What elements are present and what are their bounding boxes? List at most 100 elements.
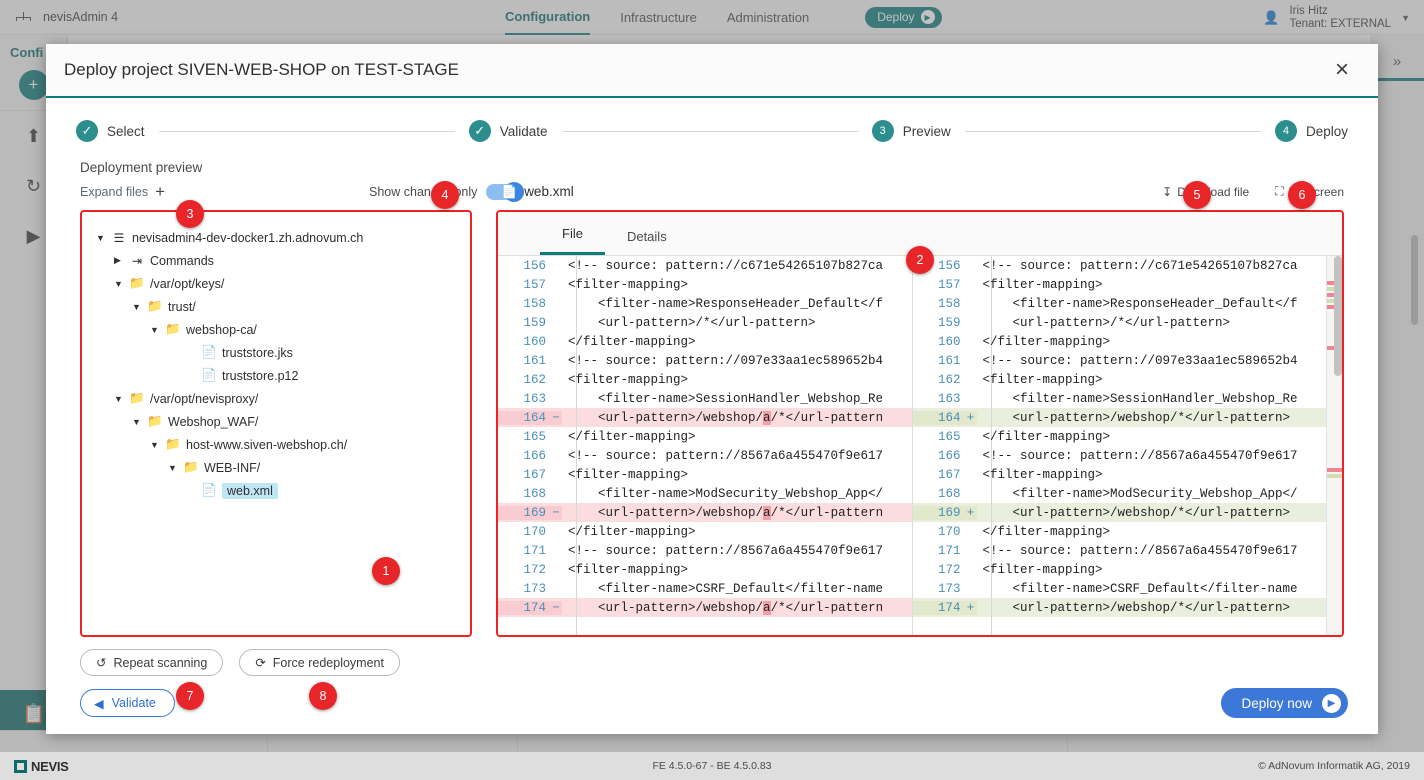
- diff-line: 158 <filter-name>ResponseHeader_Default<…: [913, 294, 1327, 313]
- download-icon: ↧: [1162, 184, 1173, 199]
- close-icon[interactable]: ×: [1328, 56, 1356, 84]
- brand: nevisAdmin 4: [0, 8, 250, 26]
- line-number: 173: [937, 581, 961, 596]
- diff-line: 174 + <url-pattern>/webshop/*</url-patter…: [912, 598, 1326, 617]
- tree-item[interactable]: ▼ 📁 WEB-INF/: [96, 456, 460, 479]
- user-menu[interactable]: 👤 Iris Hitz Tenant: EXTERNAL ▼: [1263, 0, 1410, 35]
- line-number: 157: [937, 277, 961, 292]
- tree-item[interactable]: ▼ ☰ nevisadmin4-dev-docker1.zh.adnovum.ch: [96, 226, 460, 249]
- tree-item-label: /var/opt/keys/: [150, 276, 225, 291]
- step-preview[interactable]: 3 Preview: [871, 120, 951, 142]
- tab-file[interactable]: File: [540, 226, 605, 255]
- right-rail: »: [1370, 35, 1424, 752]
- line-number: 170: [523, 524, 546, 539]
- chevron-right-icon[interactable]: ▶: [114, 255, 124, 266]
- diff-code: </filter-mapping>: [982, 334, 1111, 349]
- user-info: Iris Hitz Tenant: EXTERNAL: [1289, 5, 1391, 31]
- tree-item[interactable]: ▼ 📁 /var/opt/keys/: [96, 272, 460, 295]
- chevron-down-icon[interactable]: ▼: [114, 394, 124, 404]
- file-icon: 📄: [201, 483, 217, 497]
- step-deploy[interactable]: 4 Deploy: [1274, 120, 1348, 142]
- diff-code: <!-- source: pattern://8567a6a455470f9e6…: [982, 448, 1298, 463]
- annotation-badge-8: 8: [309, 682, 337, 710]
- deployment-preview-title: Deployment preview: [80, 160, 203, 175]
- diff-line: 171 <!-- source: pattern://8567a6a455470f…: [498, 541, 912, 560]
- diff-highlight: a: [763, 600, 771, 615]
- scrollbar-thumb[interactable]: [1411, 235, 1418, 325]
- deploy-now-label: Deploy now: [1241, 695, 1312, 711]
- diff-code: <filter-name>SessionHandler_Webshop_Re: [982, 391, 1298, 406]
- chevron-down-icon[interactable]: ▼: [150, 325, 160, 335]
- diff-line: 156 <!-- source: pattern://c671e54265107b…: [498, 256, 912, 275]
- nav-item-administration[interactable]: Administration: [727, 0, 809, 35]
- diff-line: 166 <!-- source: pattern://8567a6a455470f…: [913, 446, 1327, 465]
- deploy-button[interactable]: Deploy ▶: [865, 6, 942, 28]
- nevis-logo-icon: [14, 8, 34, 26]
- brand-label: nevisAdmin 4: [43, 10, 119, 24]
- diff-scrollbar[interactable]: [1334, 256, 1342, 376]
- diff-code: <url-pattern>/webshop/a/*</url-pattern: [568, 505, 884, 520]
- chevron-down-icon[interactable]: ▼: [132, 302, 142, 312]
- chevron-down-icon[interactable]: ▼: [168, 463, 178, 473]
- expand-files-button[interactable]: Expand files +: [80, 183, 165, 200]
- chevron-down-icon[interactable]: ▼: [114, 279, 124, 289]
- step-select-label: Select: [107, 123, 145, 139]
- line-number: 170: [937, 524, 961, 539]
- diff-line: 170 </filter-mapping>: [498, 522, 912, 541]
- repeat-scanning-button[interactable]: ↺ Repeat scanning: [80, 649, 224, 676]
- tree-item[interactable]: ▼ 📁 Webshop_WAF/: [96, 410, 460, 433]
- diff-code: <!-- source: pattern://8567a6a455470f9e6…: [982, 543, 1298, 558]
- annotation-badge-7: 7: [176, 682, 204, 710]
- divider: [1370, 78, 1424, 81]
- step-preview-label: Preview: [902, 123, 951, 139]
- line-number: 173: [523, 581, 546, 596]
- selected-file-header: 📄 web.xml: [501, 184, 574, 200]
- diff-left-pane[interactable]: 156 <!-- source: pattern://c671e54265107b…: [498, 256, 913, 635]
- step-connector: [158, 130, 455, 132]
- step-validate-bubble: ✓: [468, 120, 491, 142]
- annotation-badge-3: 3: [176, 200, 204, 228]
- folder-icon: 📁: [147, 299, 163, 313]
- tree-item[interactable]: ▼ 📁 webshop-ca/: [96, 318, 460, 341]
- line-number: 156: [523, 258, 546, 273]
- validate-back-button[interactable]: ◀ Validate: [80, 689, 175, 717]
- line-number: 165: [523, 429, 546, 444]
- tree-item[interactable]: ▼ 📁 /var/opt/nevisproxy/: [96, 387, 460, 410]
- chevron-down-icon[interactable]: ▼: [150, 440, 160, 450]
- chevron-down-icon[interactable]: ▼: [96, 233, 106, 243]
- line-number: 158: [937, 296, 961, 311]
- step-validate[interactable]: ✓ Validate: [468, 120, 548, 142]
- nav-item-infrastructure[interactable]: Infrastructure: [620, 0, 697, 35]
- step-select[interactable]: ✓ Select: [76, 120, 145, 142]
- diff-code: <!-- source: pattern://c671e54265107b827…: [568, 258, 884, 273]
- diff-right-pane[interactable]: 156 <!-- source: pattern://c671e54265107b…: [912, 256, 1327, 635]
- diff-code: </filter-mapping>: [982, 429, 1111, 444]
- tree-item[interactable]: ▼📄web.xml: [96, 479, 460, 502]
- line-number: 163: [523, 391, 546, 406]
- tab-details[interactable]: Details: [605, 229, 689, 255]
- add-button[interactable]: +: [18, 70, 49, 100]
- diff-line: 171 <!-- source: pattern://8567a6a455470f…: [913, 541, 1327, 560]
- tree-item[interactable]: ▼📄truststore.jks: [96, 341, 460, 364]
- diff-code: <filter-name>ResponseHeader_Default</f: [982, 296, 1298, 311]
- diff-sign: +: [964, 505, 977, 520]
- tree-item[interactable]: ▼ 📁 host-www.siven-webshop.ch/: [96, 433, 460, 456]
- diff-line: 170 </filter-mapping>: [913, 522, 1327, 541]
- deploy-now-button[interactable]: Deploy now ▶: [1221, 688, 1348, 718]
- tree-item-label: truststore.jks: [222, 345, 293, 360]
- tree-item[interactable]: ▶ ⇥ Commands: [96, 249, 460, 272]
- chevron-down-icon[interactable]: ▼: [132, 417, 142, 427]
- expand-panel-icon[interactable]: »: [1370, 35, 1424, 70]
- fullscreen-icon: ⛶: [1275, 184, 1284, 198]
- tree-item[interactable]: ▼📄truststore.p12: [96, 364, 460, 387]
- server-icon: ☰: [113, 230, 125, 245]
- chevron-down-icon[interactable]: ▼: [1401, 13, 1410, 23]
- diff-code: <filter-name>ResponseHeader_Default</f: [568, 296, 884, 311]
- nav-item-configuration[interactable]: Configuration: [505, 0, 591, 35]
- force-redeployment-button[interactable]: ⟳ Force redeployment: [239, 649, 400, 676]
- tree-item[interactable]: ▼ 📁 trust/: [96, 295, 460, 318]
- line-number: 159: [937, 315, 961, 330]
- diff-code: <!-- source: pattern://097e33aa1ec589652…: [982, 353, 1298, 368]
- file-tree-panel[interactable]: ▼ ☰ nevisadmin4-dev-docker1.zh.adnovum.ch ▶…: [80, 210, 472, 637]
- diff-code: <filter-mapping>: [568, 562, 689, 577]
